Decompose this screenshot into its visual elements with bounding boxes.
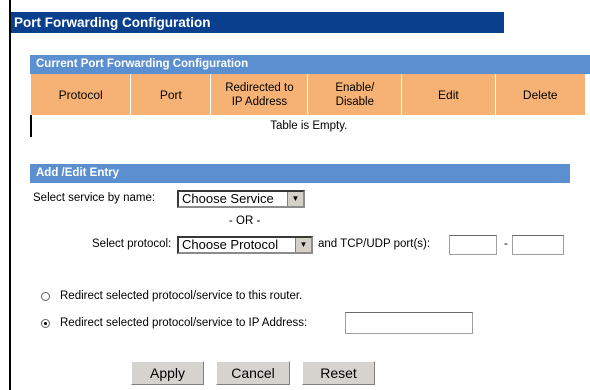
protocol-label: Select protocol: <box>92 238 172 250</box>
table-header-row: Protocol Port Redirected to IP Address E… <box>31 74 587 115</box>
col-enable-disable: Enable/ Disable <box>307 74 403 115</box>
page-title: Port Forwarding Configuration <box>11 12 504 33</box>
radio-redirect-router-label: Redirect selected protocol/service to th… <box>60 290 303 302</box>
col-edit: Edit <box>401 74 496 115</box>
reset-button[interactable]: Reset <box>302 361 375 385</box>
add-edit-header: Add /Edit Entry <box>30 164 570 183</box>
cancel-button[interactable]: Cancel <box>216 361 290 385</box>
service-select[interactable]: Choose Service ▼ <box>177 190 305 208</box>
chevron-down-icon[interactable]: ▼ <box>295 238 311 252</box>
port-to-input[interactable] <box>512 235 564 255</box>
col-protocol: Protocol <box>31 74 132 115</box>
col-port: Port <box>130 74 212 115</box>
port-separator: - <box>504 238 508 250</box>
protocol-select-value: Choose Protocol <box>182 237 279 252</box>
or-label: - OR - <box>229 215 261 227</box>
radio-redirect-ip-label: Redirect selected protocol/service to IP… <box>60 317 308 329</box>
chevron-down-icon[interactable]: ▼ <box>287 192 303 206</box>
ip-address-input[interactable] <box>345 312 473 334</box>
col-enable-disable-label: Enable/ Disable <box>335 81 375 108</box>
radio-redirect-ip[interactable] <box>41 319 50 328</box>
col-delete: Delete <box>495 74 587 115</box>
col-redirected-ip: Redirected to IP Address <box>210 74 309 115</box>
col-redirected-ip-label: Redirected to IP Address <box>225 81 294 108</box>
apply-button[interactable]: Apply <box>131 361 204 385</box>
table-row: Table is Empty. <box>30 115 586 137</box>
protocol-select[interactable]: Choose Protocol ▼ <box>177 236 313 254</box>
port-from-input[interactable] <box>449 235 497 255</box>
radio-redirect-router[interactable] <box>41 292 50 301</box>
port-forwarding-table: Protocol Port Redirected to IP Address E… <box>30 74 587 137</box>
table-empty-message: Table is Empty. <box>30 115 586 137</box>
service-select-value: Choose Service <box>182 191 274 206</box>
current-config-header: Current Port Forwarding Configuration <box>30 55 590 74</box>
ports-label: and TCP/UDP port(s): <box>318 238 431 250</box>
service-label: Select service by name: <box>33 192 156 204</box>
